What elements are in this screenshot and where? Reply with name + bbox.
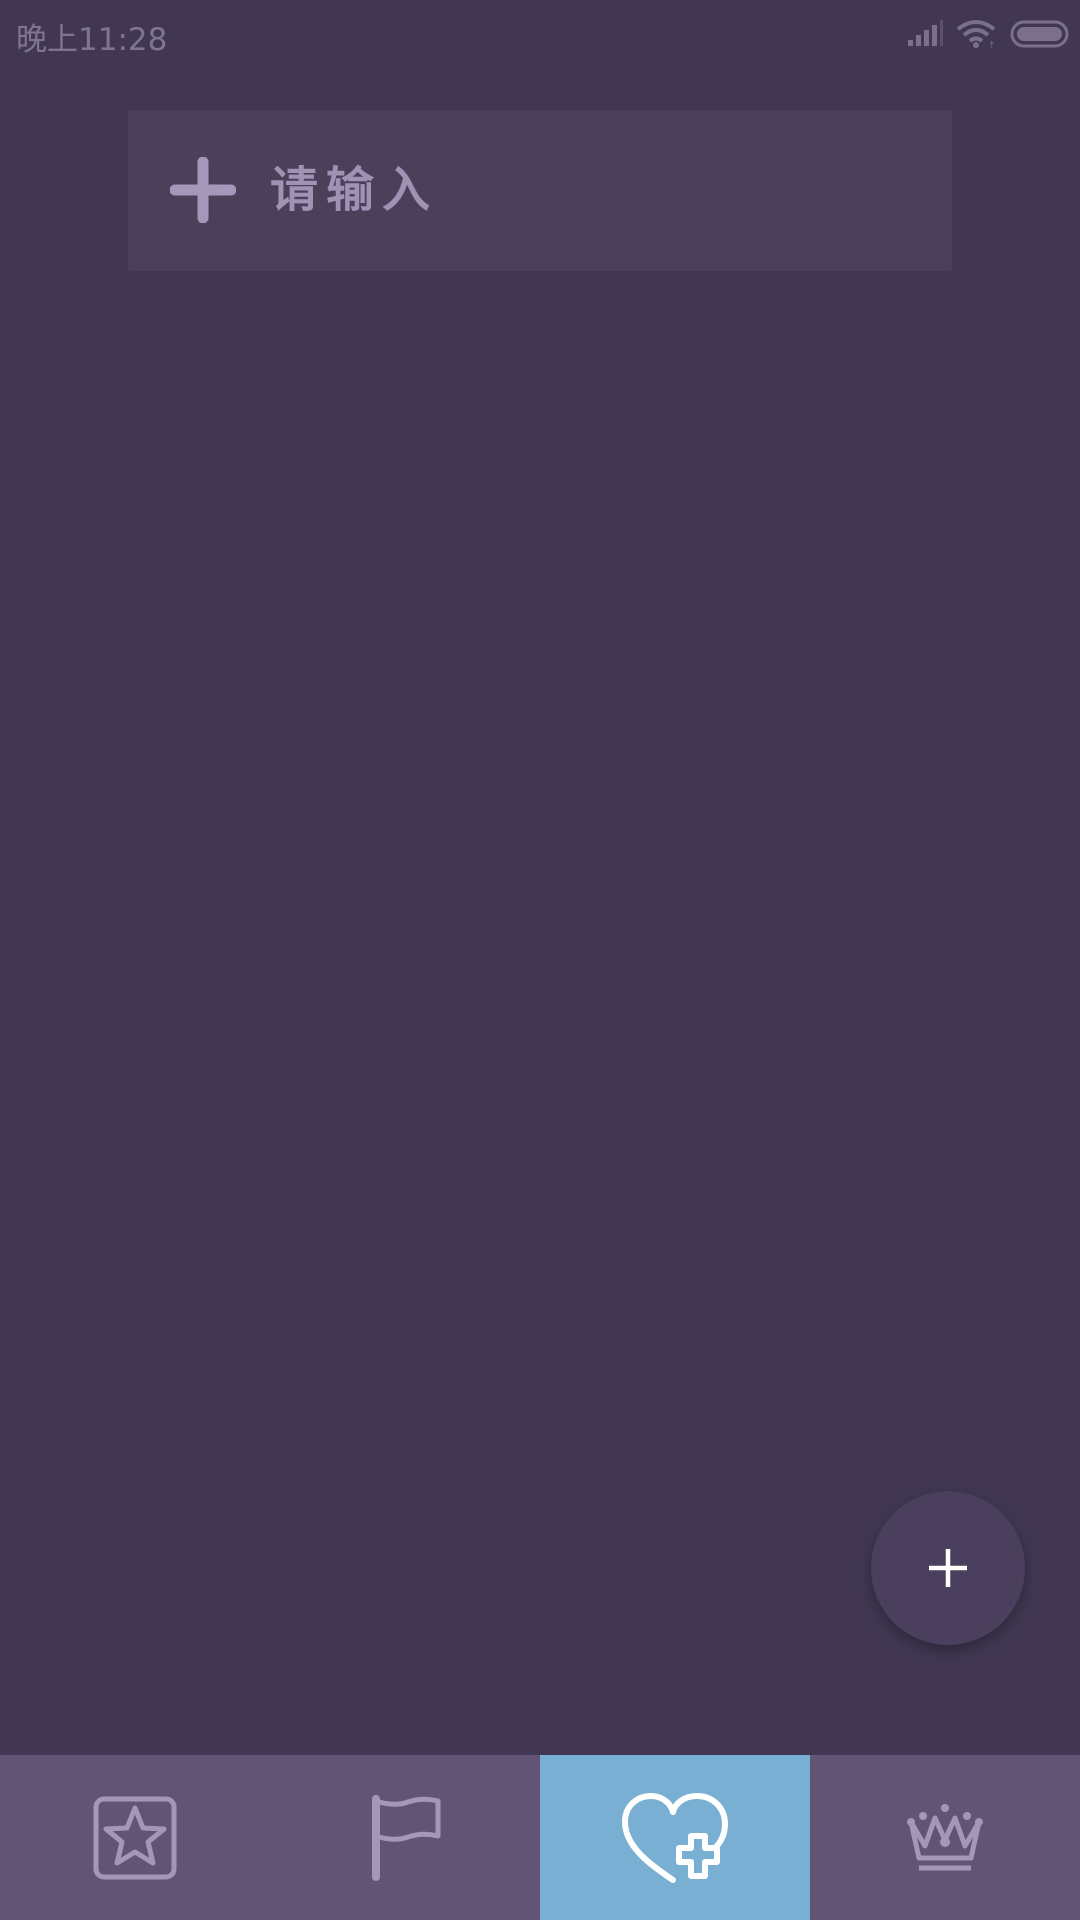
flag-icon [367, 1794, 443, 1881]
heart-plus-icon [619, 1792, 731, 1884]
nav-tab-health[interactable] [540, 1755, 810, 1920]
status-bar: 晚上11:28 ↑↓ [0, 0, 1080, 68]
input-placeholder: 请输入 [270, 162, 439, 218]
wifi-icon: ↑↓ [956, 19, 996, 49]
nav-tab-favorites[interactable] [0, 1755, 270, 1920]
status-time: 晚上11:28 [16, 22, 168, 58]
nav-tab-premium[interactable] [810, 1755, 1080, 1920]
svg-text:↑↓: ↑↓ [988, 41, 996, 49]
crown-icon [903, 1802, 987, 1874]
bottom-navigation [0, 1755, 1080, 1920]
plus-icon [169, 156, 237, 224]
add-item-input[interactable]: 请输入 [128, 110, 952, 271]
add-button[interactable] [871, 1491, 1025, 1645]
status-icons: ↑↓ [906, 16, 1070, 52]
star-icon [93, 1796, 177, 1880]
nav-tab-flag[interactable] [270, 1755, 540, 1920]
signal-icon [906, 20, 944, 48]
battery-icon [1010, 19, 1070, 49]
